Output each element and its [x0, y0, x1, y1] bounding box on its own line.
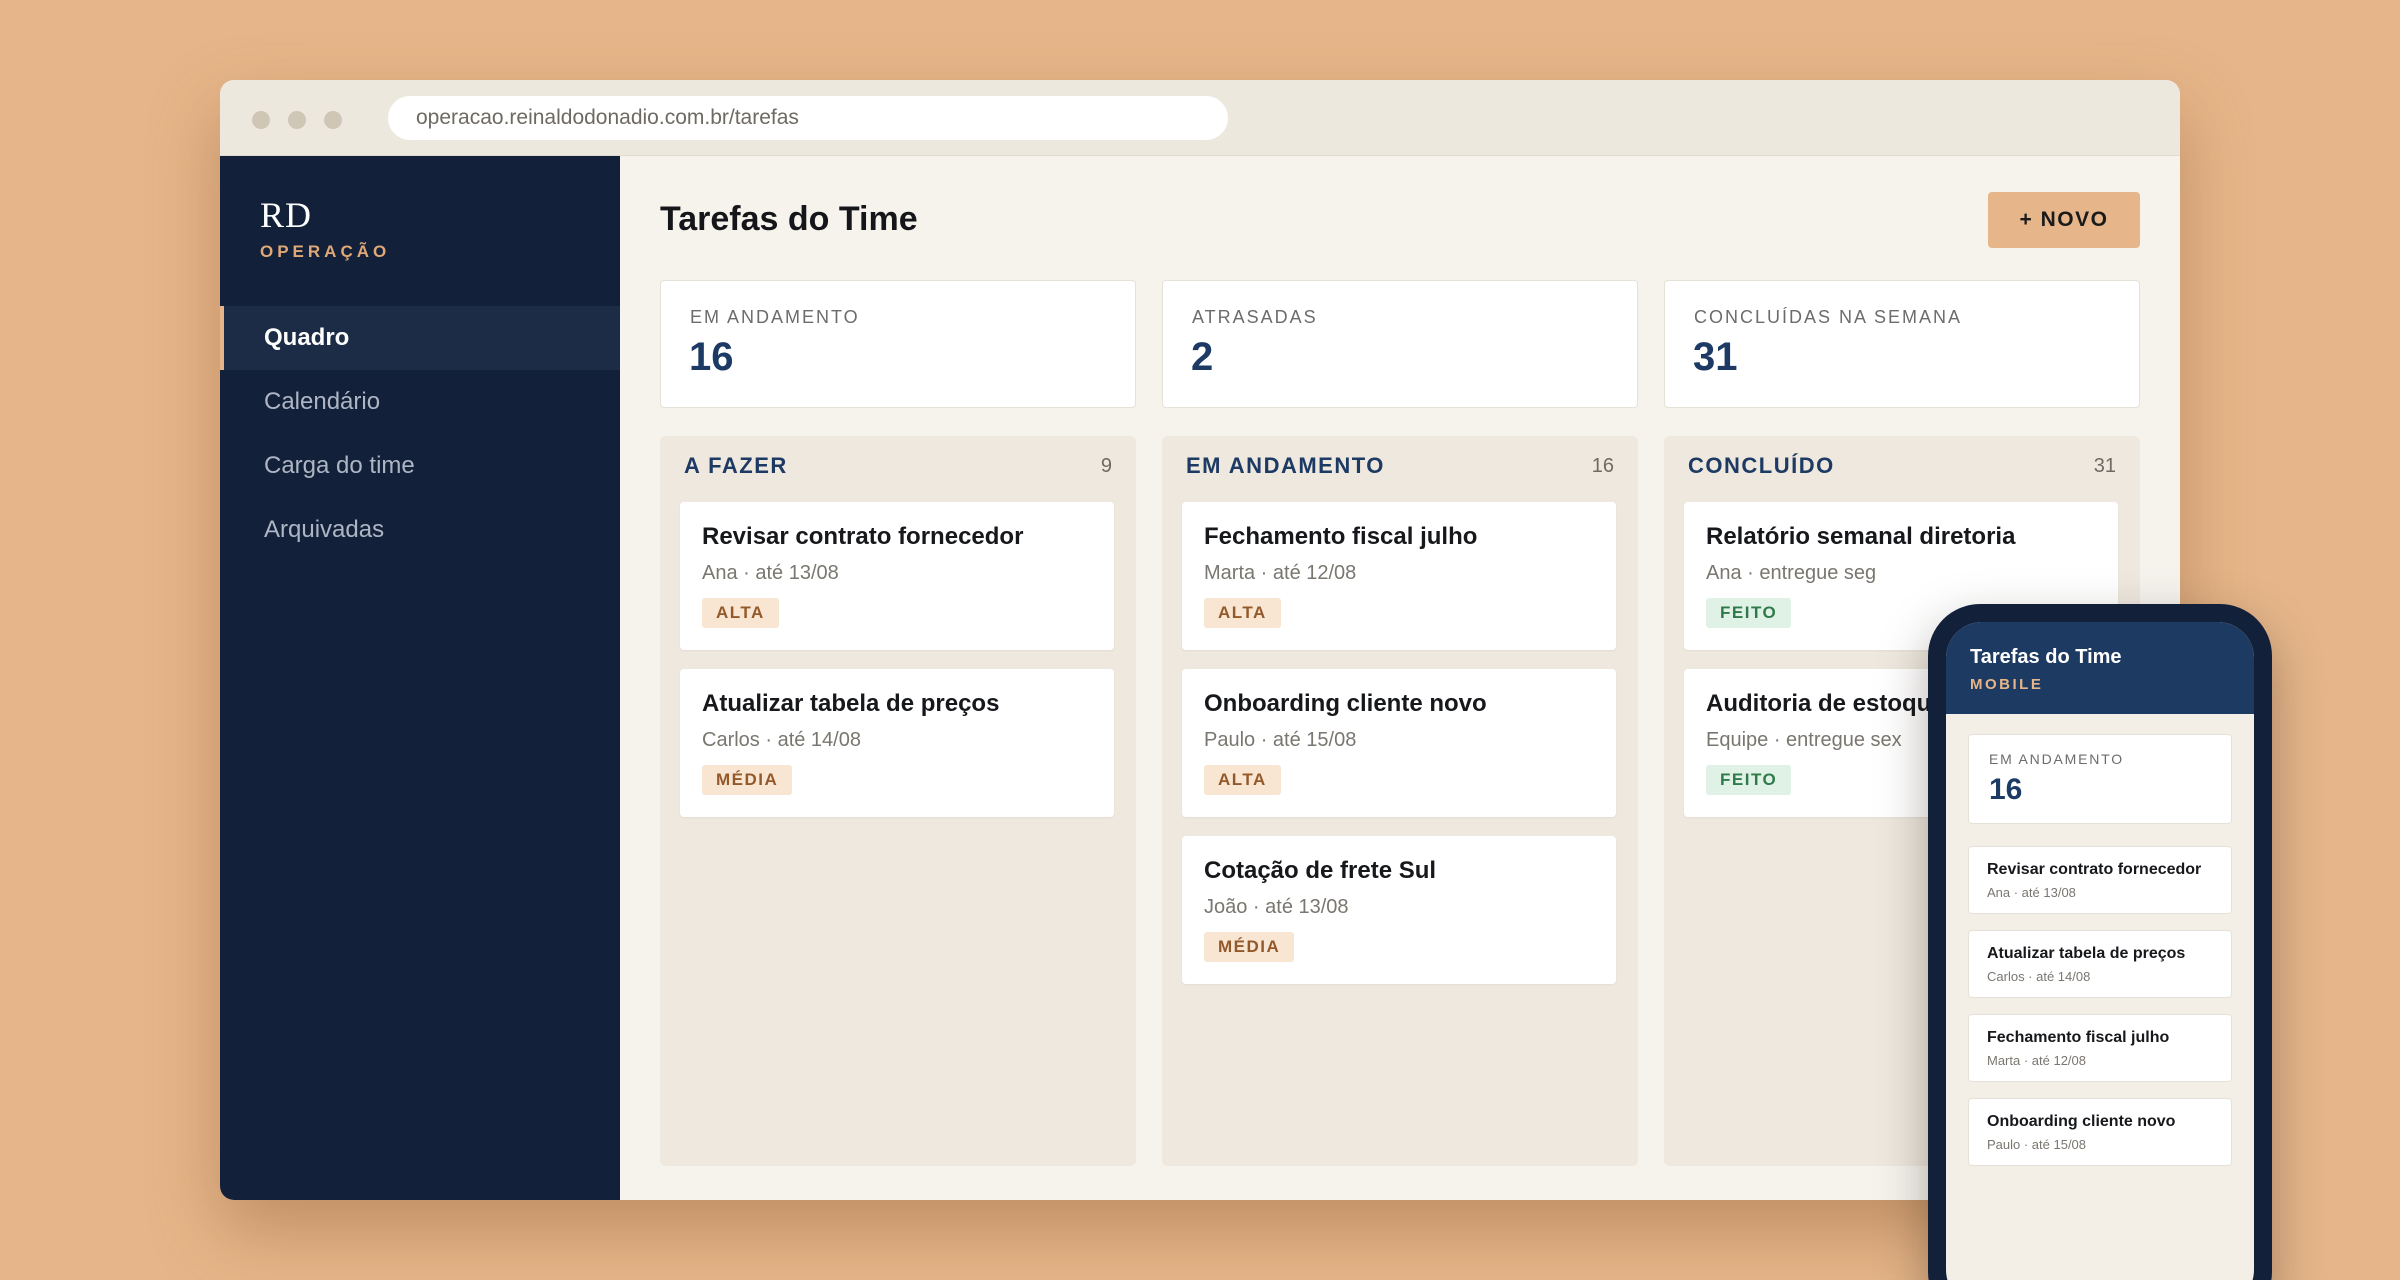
- task-title: Atualizar tabela de preços: [702, 690, 1000, 717]
- mobile-task-item[interactable]: Onboarding cliente novo Paulo · até 15/0…: [1968, 1098, 2232, 1166]
- task-title: Fechamento fiscal julho: [1987, 1029, 2170, 1046]
- brand-subtitle: OPERAÇÃO: [260, 242, 391, 261]
- window-minimize-dot[interactable]: [288, 111, 306, 129]
- window-close-dot[interactable]: [252, 111, 270, 129]
- task-title: Relatório semanal diretoria: [1706, 523, 2016, 550]
- status-badge: FEITO: [1706, 765, 1792, 795]
- browser-window: operacao.reinaldodonadio.com.br/tarefas …: [220, 80, 2180, 1200]
- mobile-title: Tarefas do Time: [1970, 646, 2122, 668]
- task-title: Cotação de frete Sul: [1204, 857, 1437, 884]
- sidebar-item-quadro[interactable]: Quadro: [220, 306, 620, 370]
- task-title: Fechamento fiscal julho: [1204, 523, 1478, 550]
- stat-card-atrasadas: ATRASADAS 2: [1162, 280, 1638, 408]
- task-card[interactable]: Fechamento fiscal julho Marta · até 12/0…: [1182, 502, 1616, 650]
- task-meta: Ana · entregue seg: [1706, 562, 1877, 584]
- column-count: 9: [1100, 455, 1112, 477]
- kanban-board: A FAZER 9 Revisar contrato fornecedor An…: [660, 436, 2140, 1166]
- task-title: Auditoria de estoque: [1706, 690, 1945, 717]
- task-meta: Paulo · até 15/08: [1204, 729, 1357, 751]
- stat-value: 31: [1693, 335, 1738, 379]
- phone-mockup: Tarefas do Time MOBILE EM ANDAMENTO 16 R…: [1928, 604, 2272, 1280]
- task-meta: Equipe · entregue sex: [1706, 729, 1902, 751]
- task-card[interactable]: Onboarding cliente novo Paulo · até 15/0…: [1182, 669, 1616, 817]
- stat-label: EM ANDAMENTO: [690, 307, 860, 327]
- task-title: Revisar contrato fornecedor: [1987, 861, 2202, 878]
- mobile-header: Tarefas do Time MOBILE: [1946, 622, 2254, 714]
- column-title: CONCLUÍDO: [1688, 453, 1835, 478]
- stat-card-em-andamento: EM ANDAMENTO 16: [660, 280, 1136, 408]
- task-meta: João · até 13/08: [1204, 896, 1349, 918]
- mobile-stat-card: EM ANDAMENTO 16: [1968, 734, 2232, 824]
- task-meta: Ana · até 13/08: [1987, 885, 2076, 900]
- column-count: 31: [2093, 455, 2116, 477]
- brand-logo[interactable]: RD: [260, 194, 312, 236]
- mobile-task-item[interactable]: Revisar contrato fornecedor Ana · até 13…: [1968, 846, 2232, 914]
- sidebar: RD OPERAÇÃO Quadro Calendário Carga do t…: [220, 156, 620, 1200]
- priority-badge: MÉDIA: [702, 765, 793, 795]
- task-title: Onboarding cliente novo: [1204, 690, 1487, 717]
- sidebar-item-arquivadas[interactable]: Arquivadas: [220, 498, 620, 562]
- sidebar-item-calendario[interactable]: Calendário: [220, 370, 620, 434]
- priority-badge: MÉDIA: [1204, 932, 1295, 962]
- task-meta: Carlos · até 14/08: [702, 729, 861, 751]
- task-card[interactable]: Atualizar tabela de preços Carlos · até …: [680, 669, 1114, 817]
- column-count: 16: [1591, 455, 1614, 477]
- task-meta: Marta · até 12/08: [1987, 1053, 2086, 1068]
- task-title: Onboarding cliente novo: [1987, 1113, 2176, 1130]
- stats-row: EM ANDAMENTO 16 ATRASADAS 2 CONCLUÍDAS N…: [660, 280, 2140, 408]
- stat-label: ATRASADAS: [1192, 307, 1318, 327]
- task-meta: Ana · até 13/08: [702, 562, 839, 584]
- stat-value: 16: [1989, 773, 2023, 806]
- priority-badge: ALTA: [702, 598, 779, 628]
- new-task-button[interactable]: + NOVO: [1988, 192, 2140, 248]
- browser-chrome: operacao.reinaldodonadio.com.br/tarefas: [220, 80, 2180, 156]
- task-meta: Paulo · até 15/08: [1987, 1137, 2087, 1152]
- page-title: Tarefas do Time: [660, 200, 918, 238]
- task-title: Revisar contrato fornecedor: [702, 523, 1024, 550]
- priority-badge: ALTA: [1204, 598, 1281, 628]
- mobile-subtitle: MOBILE: [1970, 676, 2044, 693]
- task-meta: Marta · até 12/08: [1204, 562, 1357, 584]
- task-card[interactable]: Cotação de frete Sul João · até 13/08 MÉ…: [1182, 836, 1616, 984]
- stat-value: 2: [1191, 335, 1214, 379]
- kanban-column-em-andamento: EM ANDAMENTO 16 Fechamento fiscal julho …: [1162, 436, 1638, 1166]
- window-maximize-dot[interactable]: [324, 111, 342, 129]
- address-bar[interactable]: operacao.reinaldodonadio.com.br/tarefas: [388, 96, 1228, 140]
- mobile-task-item[interactable]: Fechamento fiscal julho Marta · até 12/0…: [1968, 1014, 2232, 1082]
- task-card[interactable]: Revisar contrato fornecedor Ana · até 13…: [680, 502, 1114, 650]
- sidebar-item-carga-do-time[interactable]: Carga do time: [220, 434, 620, 498]
- stat-label: EM ANDAMENTO: [1989, 751, 2124, 767]
- stat-label: CONCLUÍDAS NA SEMANA: [1694, 307, 1963, 327]
- task-title: Atualizar tabela de preços: [1987, 945, 2186, 962]
- column-title: A FAZER: [684, 453, 788, 478]
- column-title: EM ANDAMENTO: [1186, 453, 1385, 478]
- task-meta: Carlos · até 14/08: [1987, 969, 2091, 984]
- stat-card-concluidas: CONCLUÍDAS NA SEMANA 31: [1664, 280, 2140, 408]
- stat-value: 16: [689, 335, 734, 379]
- mobile-task-item[interactable]: Atualizar tabela de preços Carlos · até …: [1968, 930, 2232, 998]
- sidebar-nav: Quadro Calendário Carga do time Arquivad…: [220, 306, 620, 562]
- priority-badge: ALTA: [1204, 765, 1281, 795]
- status-badge: FEITO: [1706, 598, 1792, 628]
- phone-screen: Tarefas do Time MOBILE EM ANDAMENTO 16 R…: [1946, 622, 2254, 1280]
- kanban-column-a-fazer: A FAZER 9 Revisar contrato fornecedor An…: [660, 436, 1136, 1166]
